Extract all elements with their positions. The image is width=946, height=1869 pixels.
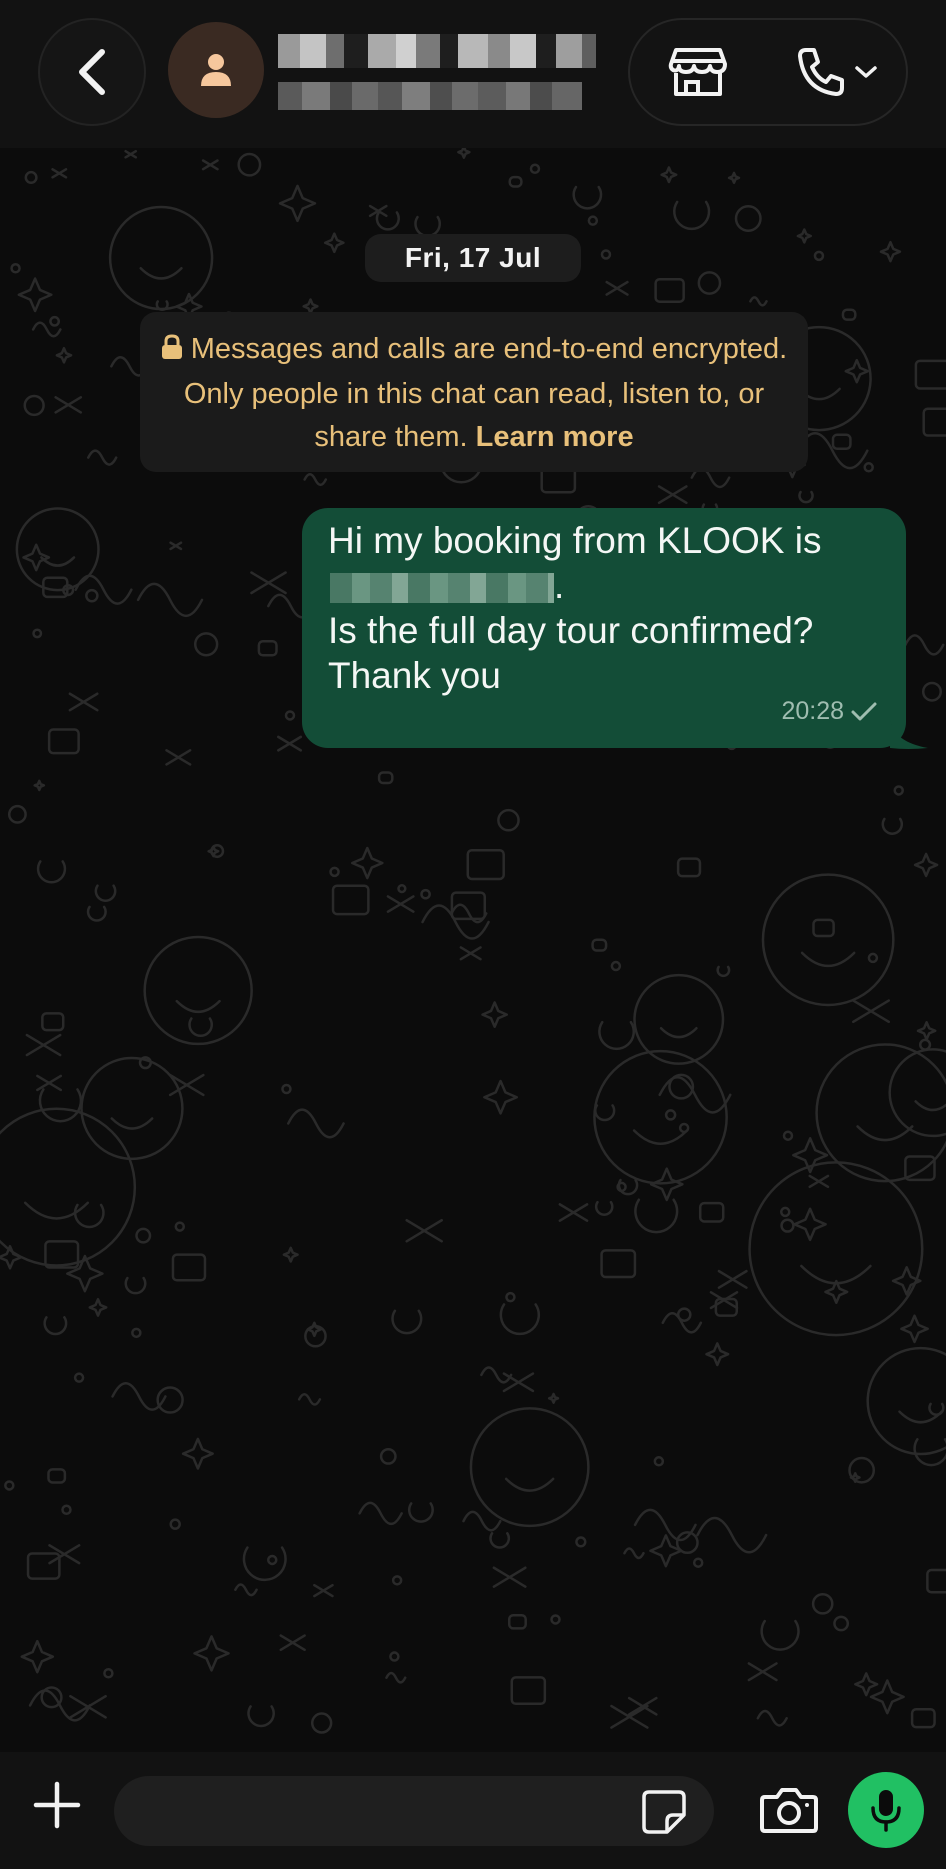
camera-button[interactable] [754,1778,824,1842]
date-separator: Fri, 17 Jul [365,234,581,282]
sticker-icon [642,1790,686,1834]
person-icon [201,54,231,86]
chat-header [0,0,946,148]
sticker-button[interactable] [636,1784,692,1840]
contact-info[interactable] [278,34,608,114]
attach-button[interactable] [26,1774,88,1836]
back-button[interactable] [38,18,146,126]
business-catalog-button[interactable] [660,38,736,106]
bubble-tail [890,720,928,749]
single-check-icon [851,702,877,720]
encryption-notice[interactable]: Messages and calls are end-to-end encryp… [140,312,808,472]
contact-name-redacted [278,34,598,68]
message-meta: 20:28 [781,689,878,734]
booking-number-redacted [330,573,554,604]
message-input[interactable] [114,1776,714,1846]
storefront-icon [668,48,727,96]
message-line: Hi my booking from KLOOK is [328,520,822,561]
message-line: Is the full day tour confirmed? [328,610,814,651]
message-list[interactable]: Fri, 17 Jul Messages and calls are end-t… [0,148,946,1752]
voice-call-button[interactable] [780,38,890,106]
chevron-down-icon [855,66,877,78]
lock-icon [161,330,183,373]
chat-screen: Fri, 17 Jul Messages and calls are end-t… [0,0,946,1869]
phone-icon [798,48,844,96]
microphone-icon [871,1790,901,1832]
contact-subtitle-redacted [278,82,588,110]
message-line-redacted: . [328,563,880,608]
message-composer [0,1752,946,1869]
outgoing-message-bubble[interactable]: Hi my booking from KLOOK is . Is the ful… [302,508,906,748]
header-actions [628,18,908,126]
contact-avatar[interactable] [168,22,264,118]
voice-message-button[interactable] [848,1772,924,1848]
camera-icon [760,1788,818,1833]
plus-icon [33,1781,81,1829]
message-line-suffix: . [554,565,565,606]
learn-more-link[interactable]: Learn more [476,421,634,453]
message-time: 20:28 [781,697,844,725]
chevron-left-icon [79,49,105,95]
